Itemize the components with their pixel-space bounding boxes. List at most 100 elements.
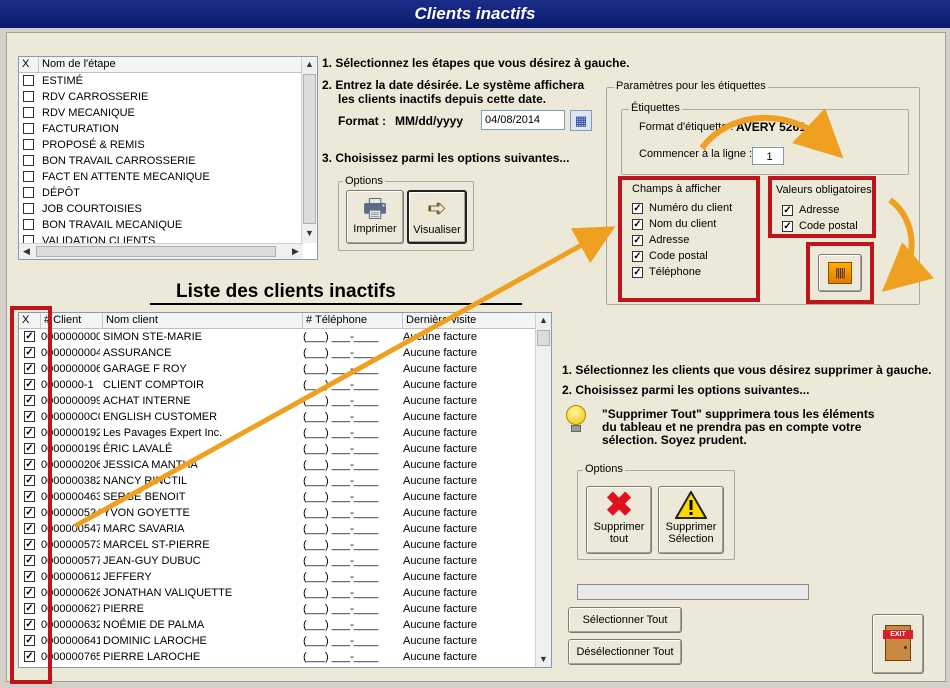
- scroll-up-icon[interactable]: ▲: [302, 57, 317, 72]
- client-row[interactable]: 0000000004ASSURANCE(___) ___-____Aucune …: [19, 345, 551, 361]
- client-row[interactable]: 00000000C0ENGLISH CUSTOMER(___) ___-____…: [19, 409, 551, 425]
- step-list-item[interactable]: JOB COURTOISIES: [19, 201, 317, 217]
- client-row[interactable]: 0000000612JEFFERY(___) ___-____Aucune fa…: [19, 569, 551, 585]
- scroll-thumb[interactable]: [303, 74, 316, 224]
- client-row[interactable]: 0000000765PIERRE LAROCHE(___) ___-____Au…: [19, 649, 551, 665]
- print-button[interactable]: 🖶 Imprimer: [346, 190, 404, 244]
- field-option[interactable]: Numéro du client: [630, 200, 732, 216]
- step-list-item[interactable]: DÉPÔT: [19, 185, 317, 201]
- client-row[interactable]: 0000000626JONATHAN VALIQUETTE(___) ___-_…: [19, 585, 551, 601]
- step-list-item[interactable]: FACT EN ATTENTE MECANIQUE: [19, 169, 317, 185]
- field-option[interactable]: Code postal: [630, 248, 732, 264]
- scroll-down-icon[interactable]: ▼: [302, 226, 317, 241]
- step-list-item[interactable]: PROPOSÉ & REMIS: [19, 137, 317, 153]
- select-all-button[interactable]: Sélectionner Tout: [568, 607, 682, 633]
- scroll-left-icon[interactable]: ◀: [19, 244, 34, 259]
- step-checkbox[interactable]: [23, 75, 34, 86]
- required-list: Adresse Code postal: [776, 202, 858, 234]
- hscroll-thumb[interactable]: [36, 246, 276, 257]
- step-checkbox[interactable]: [23, 219, 34, 230]
- step-list-item[interactable]: BON TRAVAIL MECANIQUE: [19, 217, 317, 233]
- step-list-item[interactable]: RDV CARROSSERIE: [19, 89, 317, 105]
- client-row[interactable]: 0000000206JESSICA MANTHA(___) ___-____Au…: [19, 457, 551, 473]
- deselect-all-button[interactable]: Désélectionner Tout: [568, 639, 682, 665]
- field-checkbox[interactable]: [632, 202, 643, 214]
- client-row[interactable]: 0000000573MARCEL ST-PIERRE(___) ___-____…: [19, 537, 551, 553]
- fields-list: Numéro du client Nom du client Adresse Code…: [630, 200, 732, 280]
- preview-button-label: Visualiser: [413, 224, 461, 236]
- step-list-item[interactable]: RDV MECANIQUE: [19, 105, 317, 121]
- client-row[interactable]: 0000000627PIERRE(___) ___-____Aucune fac…: [19, 601, 551, 617]
- instruction-step3: 3. Choisissez parmi les options suivante…: [322, 151, 570, 165]
- client-row[interactable]: 0000000641DOMINIC LAROCHE(___) ___-____A…: [19, 633, 551, 649]
- client-last-visit: Aucune facture: [403, 523, 477, 535]
- exit-button[interactable]: EXIT: [872, 614, 924, 674]
- calendar-icon[interactable]: ▦: [570, 110, 592, 131]
- client-row[interactable]: 0000000382NANCY RINCTIL(___) ___-____Auc…: [19, 473, 551, 489]
- delete-selection-button[interactable]: Supprimer Sélection: [658, 486, 724, 554]
- client-last-visit: Aucune facture: [403, 539, 477, 551]
- client-name: ENGLISH CUSTOMER: [103, 411, 218, 423]
- clients-list-title: Liste des clients inactifs: [176, 281, 396, 302]
- clients-header-name: Nom client: [103, 313, 303, 328]
- field-option[interactable]: Téléphone: [630, 264, 732, 280]
- client-phone: (___) ___-____: [303, 459, 379, 471]
- field-checkbox[interactable]: [632, 218, 643, 230]
- field-checkbox[interactable]: [632, 250, 643, 262]
- client-name: ÉRIC LAVALÉ: [103, 443, 173, 455]
- preview-button[interactable]: ➪ Visualiser: [407, 190, 467, 244]
- clients-vscrollbar[interactable]: ▲ ▼: [535, 313, 551, 667]
- client-row[interactable]: 0000000-1CLIENT COMPTOIR(___) ___-____Au…: [19, 377, 551, 393]
- client-row[interactable]: 0000000192Les Pavages Expert Inc.(___) _…: [19, 425, 551, 441]
- client-name: ASSURANCE: [103, 347, 172, 359]
- step-checkbox[interactable]: [23, 107, 34, 118]
- step-checkbox[interactable]: [23, 155, 34, 166]
- step-checkbox[interactable]: [23, 187, 34, 198]
- step-label: FACT EN ATTENTE MECANIQUE: [42, 171, 210, 183]
- client-row[interactable]: 0000000524YVON GOYETTE(___) ___-____Aucu…: [19, 505, 551, 521]
- step-checkbox[interactable]: [23, 123, 34, 134]
- clients-scroll-down-icon[interactable]: ▼: [536, 652, 551, 667]
- step-list-item[interactable]: ESTIMÉ: [19, 73, 317, 89]
- required-label: Adresse: [799, 204, 840, 216]
- client-row[interactable]: 0000000099ACHAT INTERNE(___) ___-____Auc…: [19, 393, 551, 409]
- barcode-button[interactable]: |||||: [818, 254, 862, 292]
- step-checkbox[interactable]: [23, 91, 34, 102]
- client-row[interactable]: 0000000199ÉRIC LAVALÉ(___) ___-____Aucun…: [19, 441, 551, 457]
- clients-scroll-thumb[interactable]: [537, 330, 550, 346]
- date-input[interactable]: 04/08/2014: [481, 110, 565, 130]
- client-row[interactable]: 0000000547MARC SAVARIA(___) ___-____Aucu…: [19, 521, 551, 537]
- delete-options-title: Options: [583, 463, 625, 475]
- step-checkbox[interactable]: [23, 139, 34, 150]
- field-option[interactable]: Adresse: [630, 232, 732, 248]
- client-row[interactable]: 0000000463SERGE BENOIT(___) ___-____Aucu…: [19, 489, 551, 505]
- lightbulb-icon: [566, 405, 588, 435]
- clients-table[interactable]: X # Client Nom client # Téléphone Derniè…: [18, 312, 552, 668]
- label-format-value: AVERY 5261: [736, 120, 806, 134]
- step-list-item[interactable]: FACTURATION: [19, 121, 317, 137]
- field-option[interactable]: Nom du client: [630, 216, 732, 232]
- delete-all-button[interactable]: ✖ Supprimer tout: [586, 486, 652, 554]
- steps-hscrollbar[interactable]: ◀ ▶: [19, 243, 303, 259]
- client-row[interactable]: 0000000000SIMON STE-MARIE(___) ___-____A…: [19, 329, 551, 345]
- required-option[interactable]: Adresse: [776, 202, 858, 218]
- scroll-right-icon[interactable]: ▶: [288, 244, 303, 259]
- client-name: NOÉMIE DE PALMA: [103, 619, 205, 631]
- fields-title: Champs à afficher: [630, 183, 724, 195]
- start-line-input[interactable]: 1: [752, 147, 784, 165]
- required-checkbox[interactable]: [782, 204, 793, 216]
- client-row[interactable]: 0000000577JEAN-GUY DUBUC(___) ___-____Au…: [19, 553, 551, 569]
- required-option[interactable]: Code postal: [776, 218, 858, 234]
- step-list-item[interactable]: BON TRAVAIL CARROSSERIE: [19, 153, 317, 169]
- client-row[interactable]: 0000000006GARAGE F ROY(___) ___-____Aucu…: [19, 361, 551, 377]
- field-checkbox[interactable]: [632, 266, 643, 278]
- steps-listbox[interactable]: X Nom de l'étape ESTIMÉ RDV CARROSSERIE RD…: [18, 56, 318, 260]
- steps-vscrollbar[interactable]: ▲ ▼: [301, 57, 317, 243]
- field-checkbox[interactable]: [632, 234, 643, 246]
- step-checkbox[interactable]: [23, 171, 34, 182]
- instruction-step1: 1. Sélectionnez les étapes que vous dési…: [322, 56, 630, 70]
- clients-scroll-up-icon[interactable]: ▲: [536, 313, 551, 328]
- step-checkbox[interactable]: [23, 203, 34, 214]
- required-checkbox[interactable]: [782, 220, 793, 232]
- client-row[interactable]: 0000000632NOÉMIE DE PALMA(___) ___-____A…: [19, 617, 551, 633]
